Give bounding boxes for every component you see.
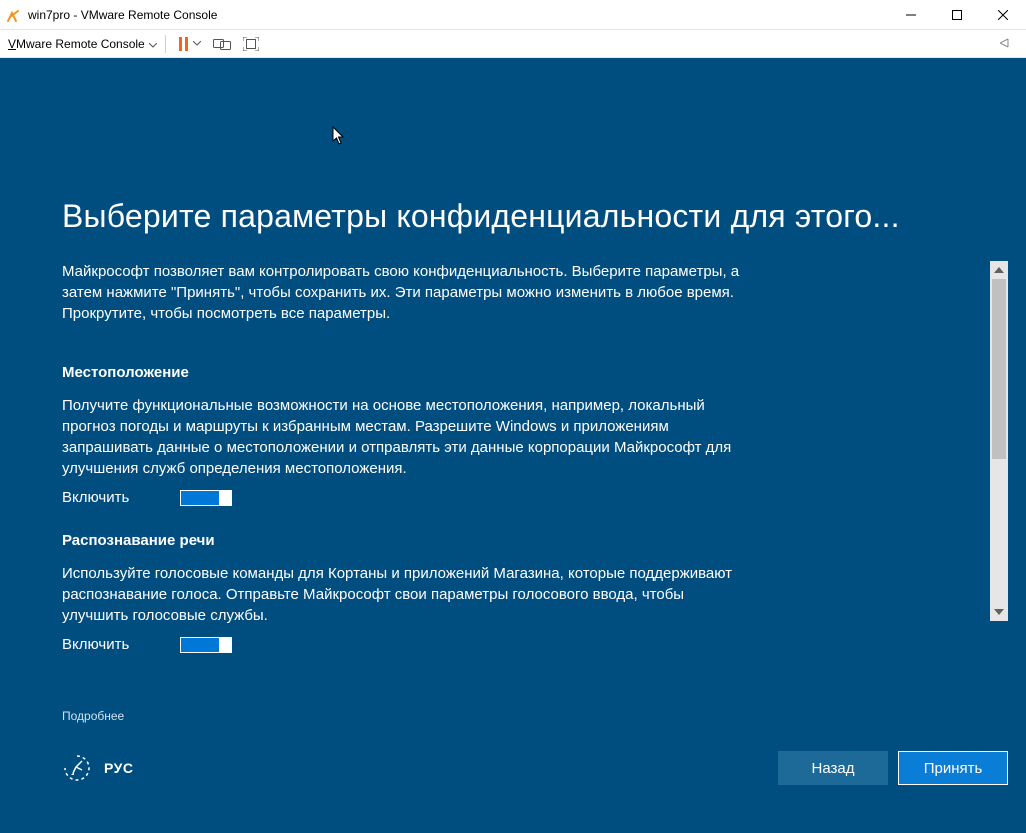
window-titlebar: win7pro - VMware Remote Console (0, 0, 1026, 30)
setting-title: Местоположение (62, 364, 980, 381)
pin-toolbar-button[interactable] (996, 37, 1018, 51)
page-title: Выберите параметры конфиденциальности дл… (62, 198, 1008, 235)
scroll-thumb[interactable] (992, 279, 1006, 459)
input-language-label: РУС (104, 760, 133, 776)
location-toggle[interactable] (180, 490, 232, 506)
close-button[interactable] (980, 0, 1026, 29)
separator (165, 35, 166, 53)
toggle-state-label: Включить (62, 489, 136, 506)
vmrc-app-icon (6, 7, 22, 23)
cursor-icon (332, 126, 346, 151)
scroll-up-button[interactable] (990, 261, 1008, 279)
guest-display[interactable]: Выберите параметры конфиденциальности дл… (0, 58, 1026, 833)
windows-oobe-screen: Выберите параметры конфиденциальности дл… (0, 58, 1026, 833)
minimize-button[interactable] (888, 0, 934, 29)
window-title: win7pro - VMware Remote Console (28, 8, 217, 22)
send-ctrl-alt-del-button[interactable] (209, 33, 235, 55)
bottom-row: РУС Назад Принять (62, 751, 1008, 785)
setting-title: Распознавание речи (62, 532, 980, 549)
scroll-track[interactable] (990, 279, 1008, 603)
accept-button[interactable]: Принять (898, 751, 1008, 785)
window-controls (888, 0, 1026, 29)
back-button[interactable]: Назад (778, 751, 888, 785)
maximize-button[interactable] (934, 0, 980, 29)
privacy-scroll-region: Майкрософт позволяет вам контролировать … (62, 261, 1008, 653)
speech-toggle[interactable] (180, 637, 232, 653)
setting-description: Получите функциональные возможности на о… (62, 395, 742, 479)
fullscreen-button[interactable] (239, 33, 263, 55)
toggle-state-label: Включить (62, 636, 136, 653)
vmrc-toolbar: VMware Remote Console (0, 30, 1026, 58)
ease-of-access-icon (62, 753, 92, 783)
ease-of-access-button[interactable]: РУС (62, 753, 133, 783)
toggle-row: Включить (62, 489, 980, 506)
setting-speech: Распознавание речи Используйте голосовые… (62, 532, 980, 653)
setting-location: Местоположение Получите функциональные в… (62, 364, 980, 506)
intro-text: Майкрософт позволяет вам контролировать … (62, 261, 742, 324)
chevron-down-icon (149, 37, 157, 51)
menu-mnemonic: V (8, 37, 16, 51)
setting-description: Используйте голосовые команды для Кортан… (62, 563, 742, 626)
vmrc-menu-dropdown[interactable]: VMware Remote Console (8, 37, 157, 51)
pause-button[interactable] (174, 33, 205, 55)
toggle-row: Включить (62, 636, 980, 653)
scroll-down-button[interactable] (990, 603, 1008, 621)
menu-label-rest: Mware Remote Console (16, 37, 145, 51)
learn-more-link[interactable]: Подробнее (62, 709, 124, 723)
scrollbar[interactable] (990, 261, 1008, 621)
